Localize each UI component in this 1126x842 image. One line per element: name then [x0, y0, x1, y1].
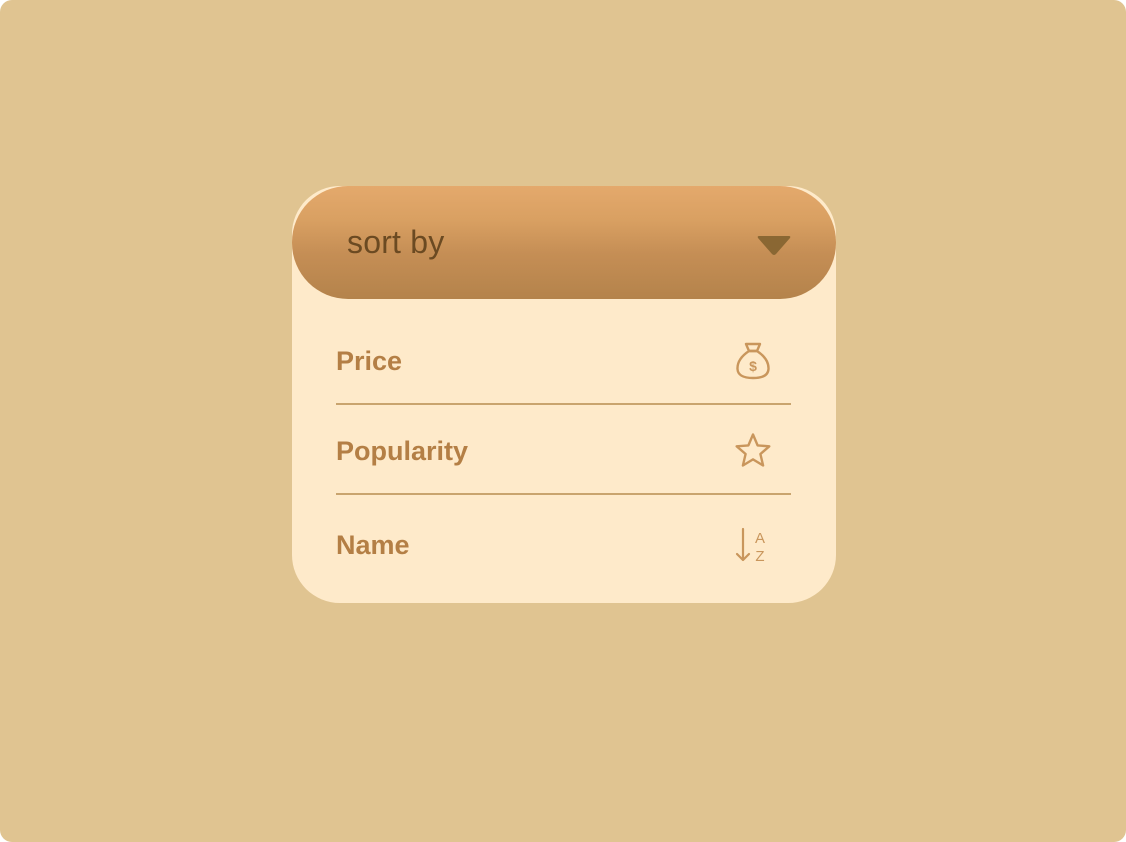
sort-option-label: Name: [336, 530, 410, 560]
sort-dropdown: sort by Price $ Popularity Name A Z: [292, 186, 836, 603]
sort-option-label: Price: [336, 346, 403, 376]
sort-dropdown-trigger[interactable]: sort by: [292, 186, 836, 299]
sort-icon-letter-z: Z: [755, 548, 764, 565]
money-bag-icon: $: [736, 342, 770, 380]
sort-dropdown-label: sort by: [347, 224, 445, 260]
option-divider: [336, 403, 791, 405]
price-icon-symbol: $: [749, 358, 757, 374]
sort-option-name[interactable]: Name A Z: [336, 515, 791, 575]
sort-option-label: Popularity: [336, 436, 469, 466]
caret-down-icon: [757, 236, 791, 255]
sort-icon-letter-a: A: [755, 530, 765, 547]
sort-az-icon: A Z: [735, 527, 765, 565]
sort-option-price[interactable]: Price $: [336, 331, 791, 391]
star-icon: [735, 433, 771, 467]
option-divider: [336, 493, 791, 495]
sort-option-popularity[interactable]: Popularity: [336, 421, 791, 481]
page-background: sort by Price $ Popularity Name A Z: [0, 0, 1126, 842]
